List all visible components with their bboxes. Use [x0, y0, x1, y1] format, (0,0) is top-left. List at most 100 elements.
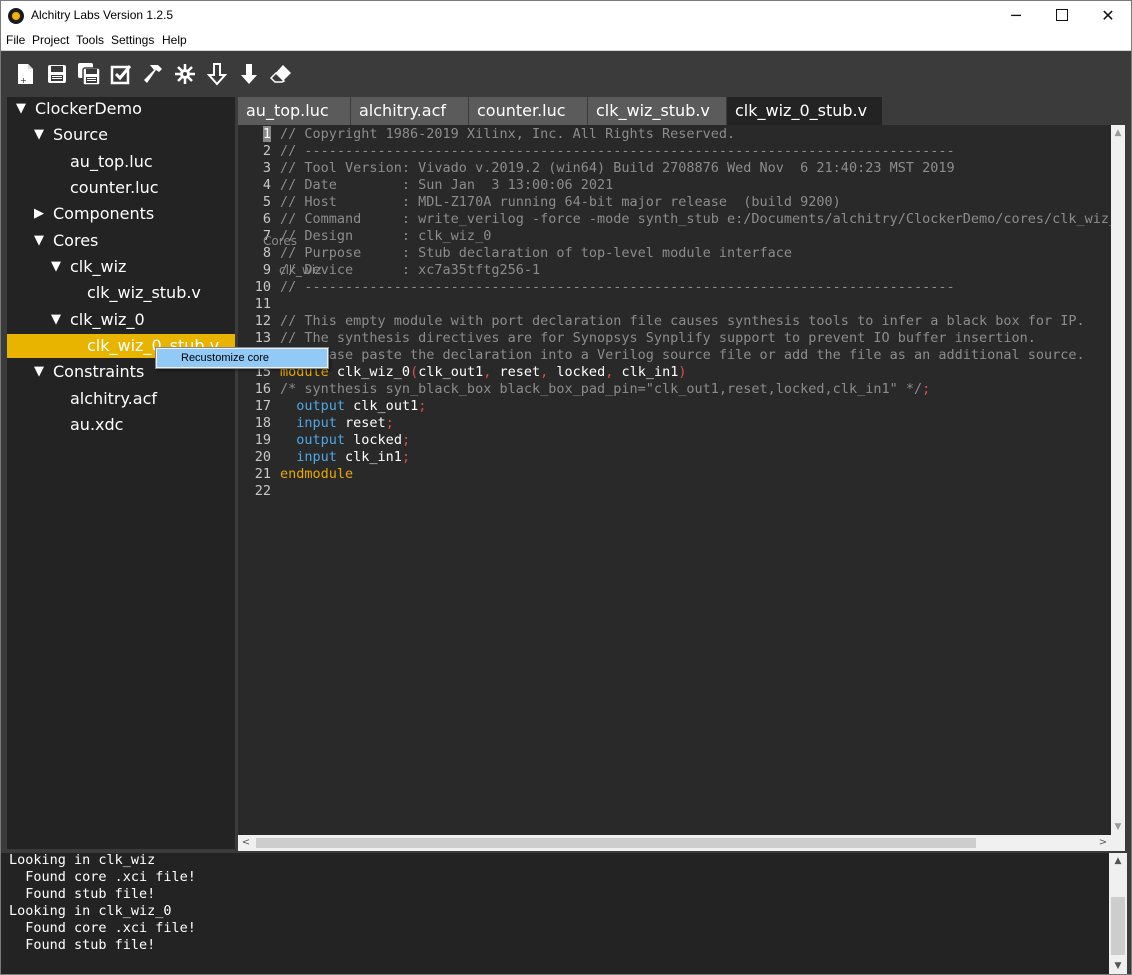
save-icon[interactable]: [45, 62, 69, 86]
scroll-thumb[interactable]: [1111, 897, 1125, 955]
chevron-down-icon[interactable]: ▼: [34, 360, 44, 384]
scroll-left-icon[interactable]: <: [238, 835, 254, 851]
scroll-down-icon[interactable]: ▼: [1109, 958, 1127, 974]
console-output: Looking in clk_wiz Found core .xci file!…: [1, 853, 1109, 974]
menu-file[interactable]: File: [6, 33, 25, 47]
token-text: clk_in1: [336, 449, 402, 465]
tree-item-source[interactable]: ▼ Source: [7, 123, 235, 147]
tree-item-alchitry-acf[interactable]: alchitry.acf: [7, 387, 235, 411]
menu-bar: File Project Tools Settings Help: [1, 31, 1131, 51]
menu-help[interactable]: Help: [162, 33, 187, 47]
line-number: 3: [262, 160, 271, 176]
editor-tabs: au_top.luc alchitry.acf counter.luc clk_…: [238, 97, 1125, 125]
line-number: 2: [262, 143, 271, 159]
token-comment: // This empty module with port declarati…: [280, 313, 1085, 329]
chevron-down-icon[interactable]: ▼: [34, 123, 44, 147]
tree-item-label: Cores: [53, 231, 99, 250]
code-line: 7// Design : clk_wiz_0: [238, 228, 1111, 245]
scroll-right-icon[interactable]: >: [1095, 835, 1111, 851]
tree-item-label: Constraints: [53, 362, 145, 381]
chevron-down-icon[interactable]: ▼: [51, 308, 61, 332]
line-number: 1: [238, 126, 271, 143]
tree-item-label: counter.luc: [70, 178, 159, 197]
token-comment: // Design : clk_wiz_0: [280, 228, 492, 244]
maximize-button[interactable]: [1039, 1, 1085, 31]
chevron-down-icon[interactable]: ▼: [16, 97, 26, 121]
tree-item-label: clk_wiz: [70, 257, 127, 276]
token-punct: ): [678, 364, 687, 380]
line-number: 4: [262, 177, 271, 193]
tree-item-clk-wiz-0[interactable]: ▼ clk_wiz_0: [7, 308, 235, 332]
chevron-down-icon[interactable]: ▼: [51, 255, 61, 279]
editor-horizontal-scrollbar[interactable]: < >: [238, 835, 1111, 851]
code-text: // Design : clk_wiz_0: [280, 228, 491, 245]
tree-item-au-top[interactable]: au_top.luc: [7, 150, 235, 174]
menu-tools[interactable]: Tools: [76, 33, 104, 47]
erase-icon[interactable]: [269, 62, 293, 86]
code-text: // Date : Sun Jan 3 13:00:06 2021: [280, 177, 613, 194]
load-ram-icon[interactable]: [205, 62, 229, 86]
check-icon[interactable]: [109, 62, 133, 86]
console-scrollbar[interactable]: ▲ ▼: [1109, 853, 1127, 974]
tree-item-label: Source: [53, 125, 108, 144]
line-number: 11: [254, 296, 271, 312]
menu-settings[interactable]: Settings: [111, 33, 154, 47]
token-punct: ;: [922, 381, 931, 397]
line-number: 13: [254, 330, 271, 346]
token-type: input: [296, 449, 337, 465]
tree-item-components[interactable]: ▶ Components: [7, 202, 235, 226]
tree-item-clk-wiz-stub[interactable]: clk_wiz_stub.v: [7, 281, 235, 305]
tab-counter[interactable]: counter.luc: [469, 97, 588, 125]
scroll-up-icon[interactable]: ▲: [1109, 853, 1127, 869]
tree-item-au-xdc[interactable]: au.xdc: [7, 413, 235, 437]
tree-item-cores[interactable]: ▼ Cores: [7, 229, 235, 253]
menu-item-label: Recustomize core: [181, 352, 270, 364]
debug-bug-icon[interactable]: [173, 62, 197, 86]
tab-au-top[interactable]: au_top.luc: [238, 97, 351, 125]
save-all-icon[interactable]: [77, 62, 101, 86]
chevron-right-icon[interactable]: ▶: [34, 202, 44, 226]
token-punct: ;: [385, 415, 394, 431]
token-comment: // -------------------------------------…: [280, 279, 955, 295]
token-type: output: [296, 432, 346, 448]
close-button[interactable]: ✕: [1085, 1, 1131, 31]
tree-item-clk-wiz[interactable]: ▼ clk_wiz: [7, 255, 235, 279]
scroll-up-icon[interactable]: ▲: [1111, 125, 1125, 141]
drag-ghost-folder: Cores: [263, 234, 298, 248]
tree-item-label: alchitry.acf: [70, 389, 157, 408]
editor-vertical-scrollbar[interactable]: ▲ ▼: [1111, 125, 1125, 835]
code-editor[interactable]: 1 // Copyright 1986-2019 Xilinx, Inc. All…: [238, 125, 1111, 835]
code-line: 9// Device : xc7a35tftg256-1: [238, 262, 1111, 279]
tab-clk-wiz-stub[interactable]: clk_wiz_stub.v: [588, 97, 727, 125]
token-punct: ;: [418, 398, 427, 414]
scroll-down-icon[interactable]: ▼: [1111, 819, 1125, 835]
line-number: 9: [262, 262, 271, 278]
maximize-icon: [1056, 9, 1068, 21]
tree-item-clockerdemo[interactable]: ▼ ClockerDemo: [7, 97, 235, 121]
code-line: 17 output clk_out1;: [238, 398, 1111, 415]
chevron-down-icon[interactable]: ▼: [34, 229, 44, 253]
code-text: /* synthesis syn_black_box black_box_pad…: [280, 381, 930, 398]
token-comment: /* synthesis syn_black_box black_box_pad…: [280, 381, 923, 397]
menu-project[interactable]: Project: [32, 33, 69, 47]
title-bar: Alchitry Labs Version 1.2.5 ─ ✕: [1, 1, 1131, 31]
code-text: // This empty module with port declarati…: [280, 313, 1085, 330]
new-file-icon[interactable]: +: [13, 62, 37, 86]
tree-item-counter[interactable]: counter.luc: [7, 176, 235, 200]
scroll-thumb[interactable]: [256, 838, 976, 848]
minimize-button[interactable]: ─: [993, 1, 1039, 31]
line-number: 5: [262, 194, 271, 210]
tab-alchitry-acf[interactable]: alchitry.acf: [351, 97, 469, 125]
load-flash-icon[interactable]: [237, 62, 261, 86]
build-hammer-icon[interactable]: [141, 62, 165, 86]
code-line: 1 // Copyright 1986-2019 Xilinx, Inc. All…: [238, 126, 1111, 143]
console-line: Found stub file!: [9, 937, 156, 953]
token-comment: // The synthesis directives are for Syno…: [280, 330, 1036, 346]
recustomize-core-menu-item[interactable]: Recustomize core: [157, 349, 327, 367]
code-line: 15 module clk_wiz_0(clk_out1, reset, lock…: [238, 364, 1111, 381]
token-text: clk_in1: [613, 364, 679, 380]
tab-clk-wiz-0-stub[interactable]: clk_wiz_0_stub.v: [727, 97, 883, 125]
